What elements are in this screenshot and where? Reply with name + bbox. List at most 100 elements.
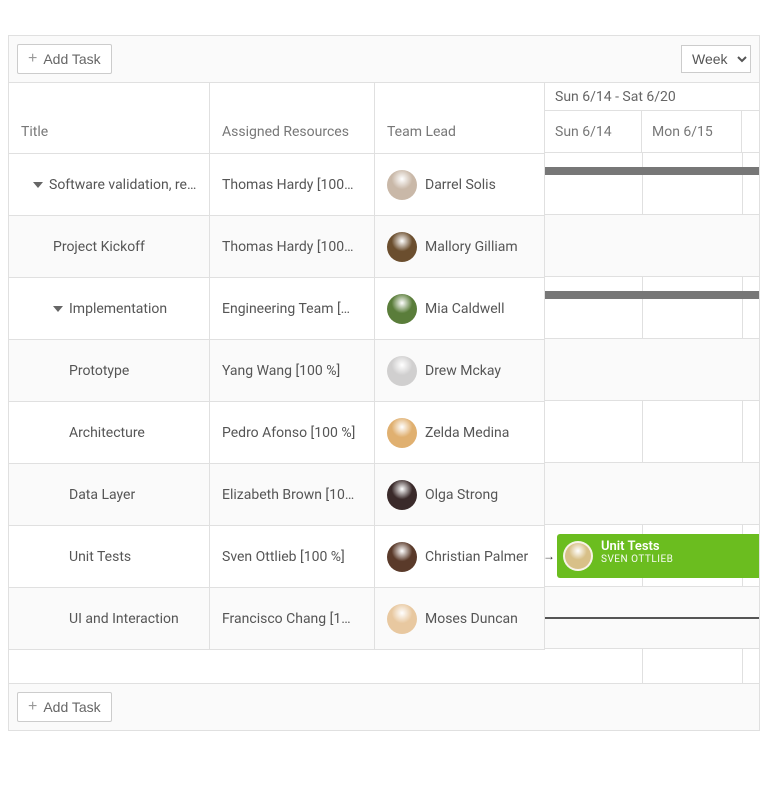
timeline-row [545, 215, 759, 277]
timeline-pane: Sun 6/14 - Sat 6/20 Sun 6/14 Mon 6/15 [545, 83, 759, 683]
chevron-down-icon[interactable] [53, 306, 63, 312]
cell-lead: Darrel Solis [375, 154, 545, 215]
table-row[interactable]: Software validation, res… Thomas Hardy [1… [9, 154, 545, 216]
cell-title: Prototype [9, 340, 210, 401]
task-bar-title: Unit Tests [601, 540, 759, 554]
left-pane: Title Assigned Resources Team Lead Softw… [9, 83, 545, 683]
col-header-resources[interactable]: Assigned Resources [210, 111, 374, 153]
task-bar-unit-tests[interactable]: Unit Tests SVEN OTTLIEB [557, 534, 759, 578]
cell-lead: Drew Mckay [375, 340, 545, 401]
cell-title: Project Kickoff [9, 216, 210, 277]
add-task-label: Add Task [43, 699, 100, 715]
avatar [387, 356, 417, 386]
lead-name: Olga Strong [425, 487, 498, 503]
cell-lead: Mia Caldwell [375, 278, 545, 339]
table-row[interactable]: Implementation Engineering Team [​… Mia Ca… [9, 278, 545, 340]
task-title: Prototype [69, 363, 129, 379]
lead-name: Darrel Solis [425, 177, 496, 193]
resources-text: Pedro Afonso [100 %] [222, 425, 355, 441]
gantt-container: + Add Task Week Title Assigned Resources [8, 35, 760, 731]
cell-resources: Yang Wang [100 %] [210, 340, 375, 401]
avatar [387, 542, 417, 572]
cell-title: Unit Tests [9, 526, 210, 587]
dependency-arrow-icon: → [545, 549, 555, 563]
footer: + Add Task [9, 683, 759, 730]
cell-lead: Mallory Gilliam [375, 216, 545, 277]
cell-title: Software validation, res… [9, 154, 210, 215]
table-row[interactable]: UI and Interaction Francisco Chang [1… Mos… [9, 588, 545, 650]
lead-name: Mallory Gilliam [425, 239, 518, 255]
col-header-lead[interactable]: Team Lead [375, 111, 544, 153]
cell-title: UI and Interaction [9, 588, 210, 649]
day-header-sun[interactable]: Sun 6/14 [545, 111, 642, 152]
cell-title: Architecture [9, 402, 210, 463]
lead-name: Christian Palmer [425, 549, 528, 565]
timeline-row [545, 401, 759, 463]
timeline-row [545, 587, 759, 649]
task-title: Unit Tests [69, 549, 131, 565]
timeline-row [545, 277, 759, 339]
toolbar: + Add Task Week [9, 36, 759, 83]
task-bar-subtitle: SVEN OTTLIEB [601, 554, 759, 565]
lead-name: Zelda Medina [425, 425, 509, 441]
cell-lead: Zelda Medina [375, 402, 545, 463]
cell-title: Implementation [9, 278, 210, 339]
cell-resources: Elizabeth Brown [10… [210, 464, 375, 525]
add-task-button-footer[interactable]: + Add Task [17, 692, 112, 722]
resources-text: Elizabeth Brown [10… [222, 487, 354, 503]
table-row[interactable]: Prototype Yang Wang [100 %] Drew Mckay [9, 340, 545, 402]
timeline-row [545, 153, 759, 215]
chevron-down-icon[interactable] [33, 182, 43, 188]
cell-title: Data Layer [9, 464, 210, 525]
cell-resources: Sven Ottlieb [100 %] [210, 526, 375, 587]
table-row[interactable]: Architecture Pedro Afonso [100 %] Zelda Me… [9, 402, 545, 464]
summary-bar[interactable] [545, 167, 759, 175]
task-title: Architecture [69, 425, 145, 441]
timeline-row: → Unit Tests SVEN OTTLIEB [545, 525, 759, 587]
cell-lead: Moses Duncan [375, 588, 545, 649]
grid: Title Assigned Resources Team Lead Softw… [9, 83, 759, 683]
task-rows: Software validation, res… Thomas Hardy [1… [9, 154, 545, 650]
progress-bar[interactable] [545, 617, 759, 619]
resources-text: Sven Ottlieb [100 %] [222, 549, 345, 565]
cell-lead: Olga Strong [375, 464, 545, 525]
add-task-label: Add Task [43, 51, 100, 67]
table-row[interactable]: Data Layer Elizabeth Brown [10… Olga Stron… [9, 464, 545, 526]
summary-bar[interactable] [545, 291, 759, 299]
avatar [563, 541, 593, 571]
table-row[interactable]: Project Kickoff Thomas Hardy [100… Mallory… [9, 216, 545, 278]
lead-name: Mia Caldwell [425, 301, 505, 317]
add-task-button[interactable]: + Add Task [17, 44, 112, 74]
timeline-row [545, 463, 759, 525]
avatar [387, 170, 417, 200]
cell-lead: Christian Palmer [375, 526, 545, 587]
lead-name: Drew Mckay [425, 363, 501, 379]
avatar [387, 418, 417, 448]
timeline-day-headers: Sun 6/14 Mon 6/15 [545, 111, 759, 153]
cell-resources: Pedro Afonso [100 %] [210, 402, 375, 463]
plus-icon: + [28, 699, 37, 715]
cell-resources: Thomas Hardy [100… [210, 216, 375, 277]
left-header: Title Assigned Resources Team Lead [9, 83, 545, 154]
avatar [387, 294, 417, 324]
day-header-mon[interactable]: Mon 6/15 [642, 111, 742, 152]
timeline-range: Sun 6/14 - Sat 6/20 [545, 83, 759, 111]
task-title: Project Kickoff [53, 239, 145, 255]
lead-name: Moses Duncan [425, 611, 518, 627]
timeline-row [545, 339, 759, 401]
table-row[interactable]: Unit Tests Sven Ottlieb [100 %] Christian … [9, 526, 545, 588]
avatar [387, 232, 417, 262]
resources-text: Francisco Chang [1… [222, 611, 351, 627]
task-title: Implementation [69, 301, 167, 317]
task-title: UI and Interaction [69, 611, 179, 627]
resources-text: Thomas Hardy [100… [222, 239, 354, 255]
avatar [387, 480, 417, 510]
task-title: Software validation, res… [49, 177, 197, 193]
view-select[interactable]: Week [681, 45, 751, 73]
col-header-title[interactable]: Title [9, 111, 209, 153]
resources-text: Thomas Hardy [100… [222, 177, 354, 193]
task-title: Data Layer [69, 487, 135, 503]
timeline-body[interactable]: → Unit Tests SVEN OTTLIEB [545, 153, 759, 683]
cell-resources: Engineering Team [​… [210, 278, 375, 339]
cell-resources: Francisco Chang [1… [210, 588, 375, 649]
